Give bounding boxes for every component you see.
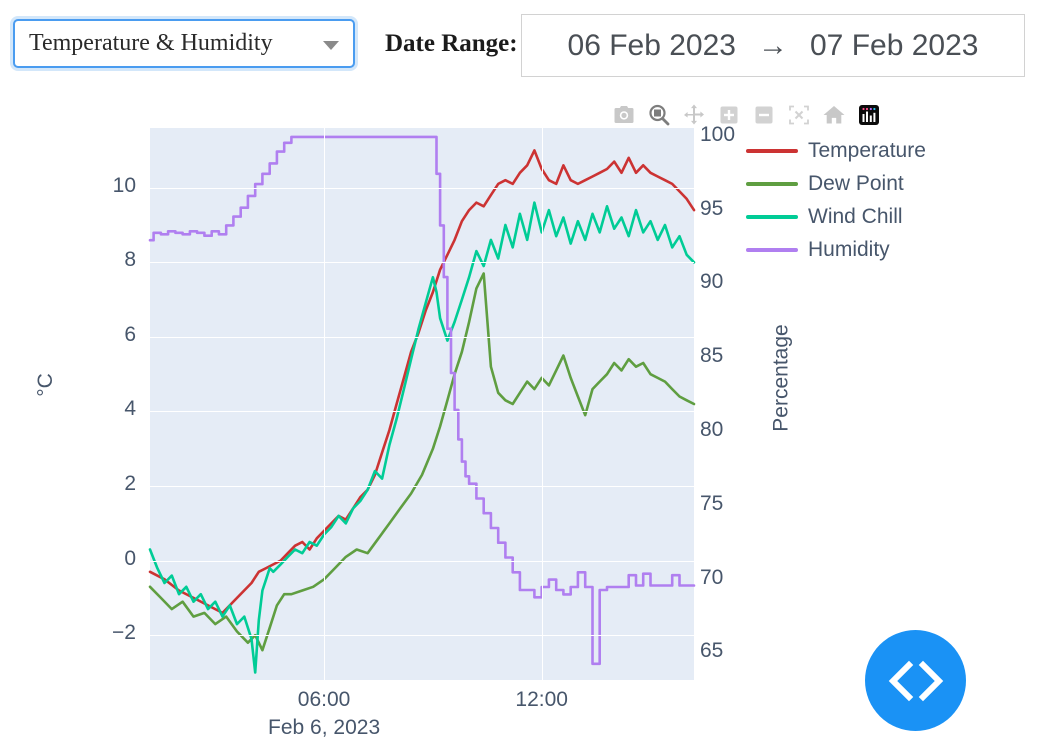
x-axis-tick-label: 12:00 bbox=[515, 688, 568, 711]
legend-label: Wind Chill bbox=[808, 205, 903, 228]
legend-swatch bbox=[746, 215, 798, 219]
chevron-down-icon bbox=[323, 40, 339, 50]
legend-label: Humidity bbox=[808, 238, 890, 261]
y-axis-right-tick-label: 75 bbox=[700, 491, 724, 515]
legend-item-humidity[interactable]: Humidity bbox=[746, 238, 926, 261]
gridline-horizontal bbox=[150, 635, 694, 636]
y-axis-left-tick-label: 8 bbox=[124, 248, 136, 272]
series-line-humidity bbox=[148, 135, 696, 666]
gridline-vertical bbox=[324, 128, 325, 680]
date-range-picker[interactable]: 06 Feb 2023 → 07 Feb 2023 bbox=[521, 14, 1025, 77]
series-select-dropdown[interactable]: Temperature & Humidity bbox=[13, 19, 355, 68]
y-axis-left-label: °C bbox=[33, 373, 57, 397]
gridline-horizontal bbox=[150, 262, 694, 263]
legend-swatch bbox=[746, 182, 798, 186]
y-axis-left-tick-label: 10 bbox=[112, 173, 136, 197]
chart-legend[interactable]: Temperature Dew Point Wind Chill Humidity bbox=[746, 139, 926, 261]
y-axis-right-tick-label: 65 bbox=[700, 639, 724, 663]
y-axis-right-tick-label: 70 bbox=[700, 565, 724, 589]
y-axis-left-tick-label: 6 bbox=[124, 322, 136, 346]
gridline-vertical bbox=[542, 128, 543, 680]
series-line-dew-point bbox=[148, 272, 696, 652]
legend-label: Dew Point bbox=[808, 172, 904, 195]
gridline-horizontal bbox=[150, 411, 694, 412]
gridline-horizontal bbox=[150, 486, 694, 487]
legend-item-wind-chill[interactable]: Wind Chill bbox=[746, 205, 926, 228]
prev-next-nav-button[interactable] bbox=[865, 630, 966, 731]
series-select-value: Temperature & Humidity bbox=[29, 30, 273, 56]
chart-controls-header: Temperature & Humidity Date Range: 06 Fe… bbox=[0, 0, 1039, 100]
y-axis-right-tick-label: 90 bbox=[700, 270, 724, 294]
date-range-label: Date Range: bbox=[385, 30, 518, 57]
x-axis-tick-label: 06:00 bbox=[297, 688, 351, 711]
legend-swatch bbox=[746, 149, 798, 153]
y-axis-right-label: Percentage bbox=[769, 324, 793, 432]
gridline-horizontal bbox=[150, 561, 694, 562]
y-axis-left-tick-label: −2 bbox=[112, 621, 136, 645]
date-range-arrow-icon: → bbox=[758, 28, 788, 62]
date-range-start[interactable]: 06 Feb 2023 bbox=[568, 29, 736, 63]
y-axis-left-tick-label: 2 bbox=[124, 472, 136, 496]
y-axis-left-tick-label: 0 bbox=[124, 546, 136, 570]
y-axis-right-tick-label: 80 bbox=[700, 418, 724, 442]
gridline-horizontal bbox=[150, 337, 694, 338]
code-chevrons-icon bbox=[888, 660, 943, 701]
y-axis-right-tick-label: 95 bbox=[700, 196, 724, 220]
legend-item-temperature[interactable]: Temperature bbox=[746, 139, 926, 162]
legend-label: Temperature bbox=[808, 139, 926, 162]
legend-item-dew-point[interactable]: Dew Point bbox=[746, 172, 926, 195]
x-axis-date-label: Feb 6, 2023 bbox=[268, 716, 381, 739]
date-range-end[interactable]: 07 Feb 2023 bbox=[810, 29, 978, 63]
gridline-horizontal bbox=[150, 188, 694, 189]
legend-swatch bbox=[746, 248, 798, 252]
y-axis-right-tick-label: 100 bbox=[700, 122, 736, 146]
y-axis-right-tick-label: 85 bbox=[700, 344, 724, 368]
y-axis-left-tick-label: 4 bbox=[124, 397, 136, 421]
